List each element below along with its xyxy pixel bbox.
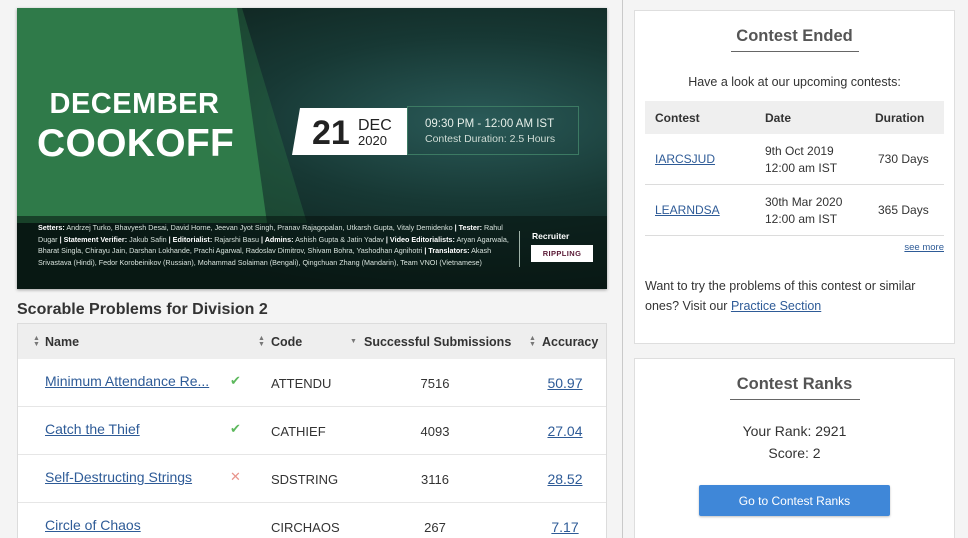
column-header-contest: Contest xyxy=(655,111,700,125)
problem-submissions: 4093 xyxy=(420,424,450,439)
problem-name-link[interactable]: Circle of Chaos xyxy=(45,517,141,533)
credit-label: | Editorialist: xyxy=(168,234,213,244)
banner-date-year: 2020 xyxy=(358,133,387,148)
practice-section-link[interactable]: Practice Section xyxy=(731,299,821,313)
problem-accuracy-link[interactable]: 7.17 xyxy=(540,519,590,535)
credit-text: Ashish Gupta & Jatin Yadav xyxy=(293,234,386,244)
problem-code: SDSTRING xyxy=(271,472,339,487)
problem-submissions: 3116 xyxy=(421,472,449,487)
problem-accuracy-link[interactable]: 28.52 xyxy=(540,471,590,487)
column-header-code[interactable]: Code xyxy=(271,335,302,349)
problems-table: ▲ ▼ Name ▲ ▼ Code ▼ Successful Submissions… xyxy=(17,323,607,538)
title-underline xyxy=(731,51,859,52)
column-header-accuracy[interactable]: Accuracy xyxy=(542,335,598,349)
problem-accuracy-link[interactable]: 50.97 xyxy=(540,375,590,391)
problem-accuracy-link[interactable]: 27.04 xyxy=(540,423,590,439)
banner-time-box: 09:30 PM - 12:00 AM IST Contest Duration… xyxy=(407,106,579,155)
problem-name-link[interactable]: Minimum Attendance Re... xyxy=(45,373,209,389)
go-to-contest-ranks-button[interactable]: Go to Contest Ranks xyxy=(699,485,890,516)
column-header-submissions[interactable]: Successful Submissions xyxy=(364,335,511,349)
banner-credits: Setters: Andrzej Turko, Bhavyesh Desai, … xyxy=(38,222,512,268)
contest-ended-card: Contest Ended Have a look at our upcomin… xyxy=(634,10,955,344)
recruiter-separator xyxy=(519,231,520,267)
credit-text: Rajarshi Basu xyxy=(212,234,261,244)
upcoming-table-header: Contest Date Duration xyxy=(645,101,944,134)
table-row: LEARNDSA 30th Mar 2020 12:00 am IST 365 … xyxy=(645,185,944,236)
sort-accuracy-icon[interactable]: ▲ ▼ xyxy=(529,335,536,348)
credit-label: | Translators: xyxy=(424,246,470,256)
credit-text: Jakub Safin xyxy=(127,234,169,244)
contest-date: 9th Oct 2019 xyxy=(765,144,834,158)
problems-heading: Scorable Problems for Division 2 xyxy=(17,301,268,318)
contest-link[interactable]: LEARNDSA xyxy=(655,203,720,217)
sort-name-icon[interactable]: ▲ ▼ xyxy=(33,335,40,348)
sort-code-icon[interactable]: ▲ ▼ xyxy=(258,335,265,348)
column-header-duration: Duration xyxy=(875,111,925,125)
column-header-date: Date xyxy=(765,111,792,125)
title-underline xyxy=(730,399,860,400)
problems-table-header: ▲ ▼ Name ▲ ▼ Code ▼ Successful Submissions… xyxy=(18,324,606,359)
contest-time: 12:00 am IST xyxy=(765,212,838,226)
problem-submissions: 7516 xyxy=(420,376,450,391)
contest-ranks-card: Contest Ranks Your Rank: 2921 Score: 2 G… xyxy=(634,358,955,538)
table-row: IARCSJUD 9th Oct 2019 12:00 am IST 730 D… xyxy=(645,134,944,185)
credit-label: | Statement Verifier: xyxy=(59,234,128,244)
contest-banner: DECEMBER COOKOFF 21 DEC 2020 09:30 PM - … xyxy=(17,8,607,289)
table-row: Catch the Thief ✔ CATHIEF 4093 27.04 xyxy=(18,407,606,455)
sort-submissions-desc-icon[interactable]: ▼ xyxy=(350,338,357,345)
solved-check-icon: ✔ xyxy=(230,421,241,436)
banner-time-range: 09:30 PM - 12:00 AM IST xyxy=(425,118,555,130)
your-score: Score: 2 xyxy=(768,445,821,461)
your-rank: Your Rank: 2921 xyxy=(742,423,847,439)
rippling-logo-text: RIPPLING xyxy=(542,249,582,258)
problem-name-link[interactable]: Catch the Thief xyxy=(45,421,140,437)
practice-prompt: Want to try the problems of this contest… xyxy=(645,276,945,316)
credit-label: | Admins: xyxy=(260,234,294,244)
credit-label: | Video Editorialists: xyxy=(385,234,455,244)
rippling-logo: RIPPLING xyxy=(531,245,593,262)
contest-link[interactable]: IARCSJUD xyxy=(655,152,715,166)
contest-ranks-title: Contest Ranks xyxy=(736,375,853,393)
problem-code: CIRCHAOS xyxy=(271,520,340,535)
contest-duration: 365 Days xyxy=(878,203,929,217)
see-more-link[interactable]: see more xyxy=(904,242,944,253)
contest-ended-title: Contest Ended xyxy=(736,27,853,45)
problem-name-link[interactable]: Self-Destructing Strings xyxy=(45,469,192,485)
table-row: Circle of Chaos CIRCHAOS 267 7.17 xyxy=(18,503,606,538)
solved-check-icon: ✔ xyxy=(230,373,241,388)
column-header-name[interactable]: Name xyxy=(45,335,79,349)
contest-duration: 730 Days xyxy=(878,152,929,166)
contest-date: 30th Mar 2020 xyxy=(765,195,843,209)
credit-label: | Tester: xyxy=(454,223,483,232)
problem-code: CATHIEF xyxy=(271,424,326,439)
credit-label: Setters: xyxy=(38,223,65,232)
banner-title-line1: DECEMBER xyxy=(49,88,220,120)
failed-cross-icon: ✕ xyxy=(230,469,241,484)
banner-title-line2: COOKOFF xyxy=(37,122,235,165)
recruiter-label: Recruiter xyxy=(532,231,570,241)
upcoming-contests-text: Have a look at our upcoming contests: xyxy=(688,75,901,89)
table-row: Minimum Attendance Re... ✔ ATTENDU 7516 … xyxy=(18,359,606,407)
banner-duration: Contest Duration: 2.5 Hours xyxy=(425,133,556,145)
table-row: Self-Destructing Strings ✕ SDSTRING 3116… xyxy=(18,455,606,503)
banner-date-day: 21 xyxy=(312,114,350,152)
credit-text: Andrzej Turko, Bhavyesh Desai, David Hor… xyxy=(64,223,453,232)
upcoming-contests-table: Contest Date Duration IARCSJUD 9th Oct 2… xyxy=(645,101,944,236)
banner-date-box: 21 DEC 2020 xyxy=(292,108,407,155)
contest-time: 12:00 am IST xyxy=(765,161,838,175)
problem-code: ATTENDU xyxy=(271,376,332,391)
problem-submissions: 267 xyxy=(424,520,446,535)
